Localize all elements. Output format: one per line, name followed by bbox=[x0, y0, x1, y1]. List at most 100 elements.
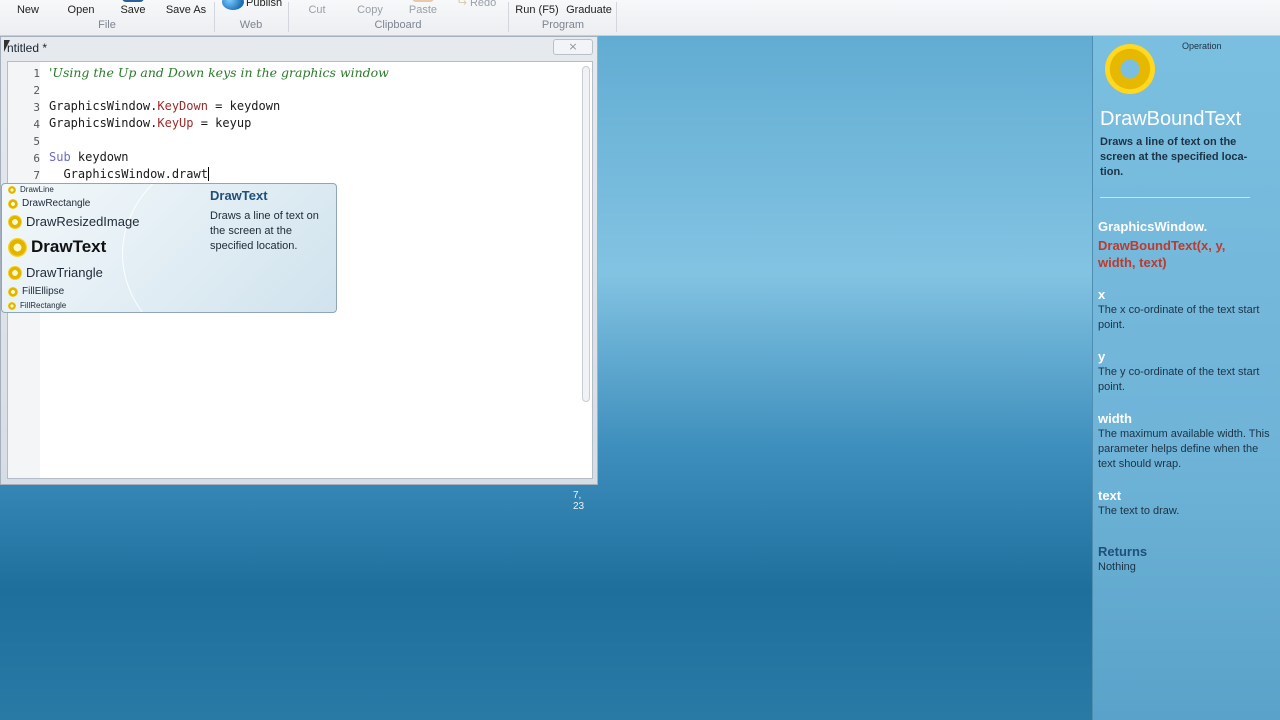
ribbon-toolbar: New Open Save Save As Publish Cut Copy P… bbox=[0, 0, 1280, 36]
returns-label: Returns bbox=[1098, 544, 1148, 559]
code-text: = keydown bbox=[207, 99, 281, 113]
save-label: Save bbox=[120, 4, 146, 16]
gear-icon bbox=[1105, 44, 1155, 94]
group-label-clipboard: Clipboard bbox=[374, 19, 422, 31]
line-number: 7 bbox=[33, 169, 40, 182]
list-item-label: DrawLine bbox=[20, 185, 54, 194]
code-text: GraphicsWindow.drawt bbox=[63, 167, 208, 181]
gear-icon bbox=[8, 214, 22, 229]
list-item[interactable]: DrawResizedImage bbox=[8, 214, 139, 229]
param-name: width bbox=[1098, 411, 1132, 426]
copy-label: Copy bbox=[357, 4, 383, 16]
paste-label: Paste bbox=[408, 4, 438, 16]
new-label: New bbox=[16, 4, 39, 16]
toolbar-divider bbox=[508, 2, 509, 32]
signature-method: DrawBoundText(x, y, width, text) bbox=[1098, 238, 1226, 270]
list-item[interactable]: FillEllipse bbox=[8, 286, 64, 297]
param-name: text bbox=[1098, 488, 1122, 503]
param-description: The y co-ordinate of the text start poin… bbox=[1098, 366, 1260, 393]
graduate-label: Graduate bbox=[566, 4, 612, 16]
list-item-label: DrawRectangle bbox=[22, 198, 91, 209]
gear-icon bbox=[8, 198, 18, 209]
close-button[interactable]: × bbox=[553, 39, 593, 55]
code-property: KeyUp bbox=[157, 116, 194, 130]
toolbar-divider bbox=[288, 2, 289, 32]
copy-button[interactable]: Copy bbox=[352, 0, 388, 20]
text-caret bbox=[207, 167, 209, 181]
line-number: 5 bbox=[33, 135, 40, 148]
vertical-scrollbar[interactable] bbox=[582, 66, 590, 402]
line-number: 4 bbox=[33, 118, 40, 131]
gear-icon bbox=[8, 265, 22, 280]
redo-button[interactable]: ↪ Redo bbox=[454, 0, 500, 13]
line-number: 6 bbox=[33, 152, 40, 165]
run-label: Run (F5) bbox=[515, 4, 559, 16]
help-title: DrawBoundText bbox=[1100, 108, 1242, 130]
list-item-label: DrawResizedImage bbox=[26, 214, 140, 229]
cut-label: Cut bbox=[308, 4, 326, 16]
list-item-selected[interactable]: DrawText bbox=[8, 237, 106, 257]
redo-label: Redo bbox=[469, 0, 497, 9]
graduate-button[interactable]: Graduate bbox=[566, 0, 612, 20]
list-item[interactable]: DrawTriangle bbox=[8, 265, 103, 280]
clipboard-icon bbox=[412, 0, 434, 2]
help-divider bbox=[1100, 197, 1250, 198]
returns-value: Nothing bbox=[1098, 561, 1136, 573]
gear-icon bbox=[8, 185, 16, 194]
cut-button[interactable]: Cut bbox=[300, 0, 334, 20]
save-button[interactable]: Save bbox=[114, 0, 152, 20]
list-item[interactable]: DrawRectangle bbox=[8, 198, 90, 209]
gear-icon bbox=[8, 301, 16, 310]
line-number: 2 bbox=[33, 84, 40, 97]
signature-object: GraphicsWindow. bbox=[1098, 219, 1208, 234]
code-line-1: 'Using the Up and Down keys in the graph… bbox=[49, 65, 389, 80]
popup-detail-title: DrawText bbox=[210, 188, 268, 203]
save-as-button[interactable]: Save As bbox=[164, 0, 208, 20]
param-description: The text to draw. bbox=[1098, 505, 1180, 517]
open-button[interactable]: Open bbox=[60, 0, 102, 20]
publish-button[interactable]: Publish bbox=[222, 0, 284, 13]
list-item[interactable]: DrawLine bbox=[8, 185, 54, 194]
help-summary: Draws a line of text on the screen at th… bbox=[1100, 136, 1248, 178]
popup-detail-description: Draws a line of text on the screen at th… bbox=[210, 210, 319, 252]
param-description: The maximum available width. This parame… bbox=[1098, 428, 1270, 470]
code-comment: 'Using the Up and Down keys in the graph… bbox=[49, 65, 389, 80]
code-property: KeyDown bbox=[157, 99, 208, 113]
gear-icon bbox=[8, 237, 27, 257]
open-label: Open bbox=[67, 4, 95, 16]
group-label-file: File bbox=[98, 19, 116, 31]
line-number: 1 bbox=[33, 67, 40, 80]
cursor-position: 7, 23 bbox=[573, 490, 585, 512]
toolbar-divider bbox=[214, 2, 215, 32]
code-keyword: Sub bbox=[49, 150, 71, 164]
redo-icon: ↪ bbox=[457, 0, 467, 9]
code-line-6: Sub keydown bbox=[49, 150, 128, 164]
param-name: y bbox=[1098, 349, 1106, 364]
code-line-7: GraphicsWindow.drawt bbox=[49, 167, 209, 181]
code-object: GraphicsWindow. bbox=[49, 99, 158, 113]
gear-icon bbox=[8, 286, 18, 297]
code-line-3: GraphicsWindow.KeyDown = keydown bbox=[49, 99, 280, 113]
run-button[interactable]: Run (F5) bbox=[514, 0, 560, 20]
toolbar-divider bbox=[616, 2, 617, 32]
list-item-label: FillEllipse bbox=[22, 286, 65, 297]
help-panel: Operation DrawBoundText Draws a line of … bbox=[1092, 36, 1280, 720]
group-label-web: Web bbox=[239, 19, 263, 31]
publish-label: Publish bbox=[246, 0, 283, 9]
code-line-4: GraphicsWindow.KeyUp = keyup bbox=[49, 116, 251, 130]
list-item[interactable]: FillRectangle bbox=[8, 301, 66, 310]
globe-icon bbox=[222, 0, 244, 10]
param-description: The x co-ordinate of the text start poin… bbox=[1098, 304, 1260, 331]
param-name: x bbox=[1098, 287, 1106, 302]
code-text: keydown bbox=[70, 150, 129, 164]
paste-button[interactable]: Paste bbox=[404, 0, 442, 20]
code-text: = keyup bbox=[193, 116, 252, 130]
group-label-program: Program bbox=[541, 19, 585, 31]
line-number: 3 bbox=[33, 101, 40, 114]
editor-title: ntitled * bbox=[7, 41, 48, 55]
intellisense-popup: DrawLine DrawRectangle DrawResizedImage … bbox=[1, 183, 337, 313]
list-item-label: DrawText bbox=[31, 237, 107, 256]
code-object: GraphicsWindow. bbox=[49, 116, 158, 130]
new-button[interactable]: New bbox=[8, 0, 48, 20]
